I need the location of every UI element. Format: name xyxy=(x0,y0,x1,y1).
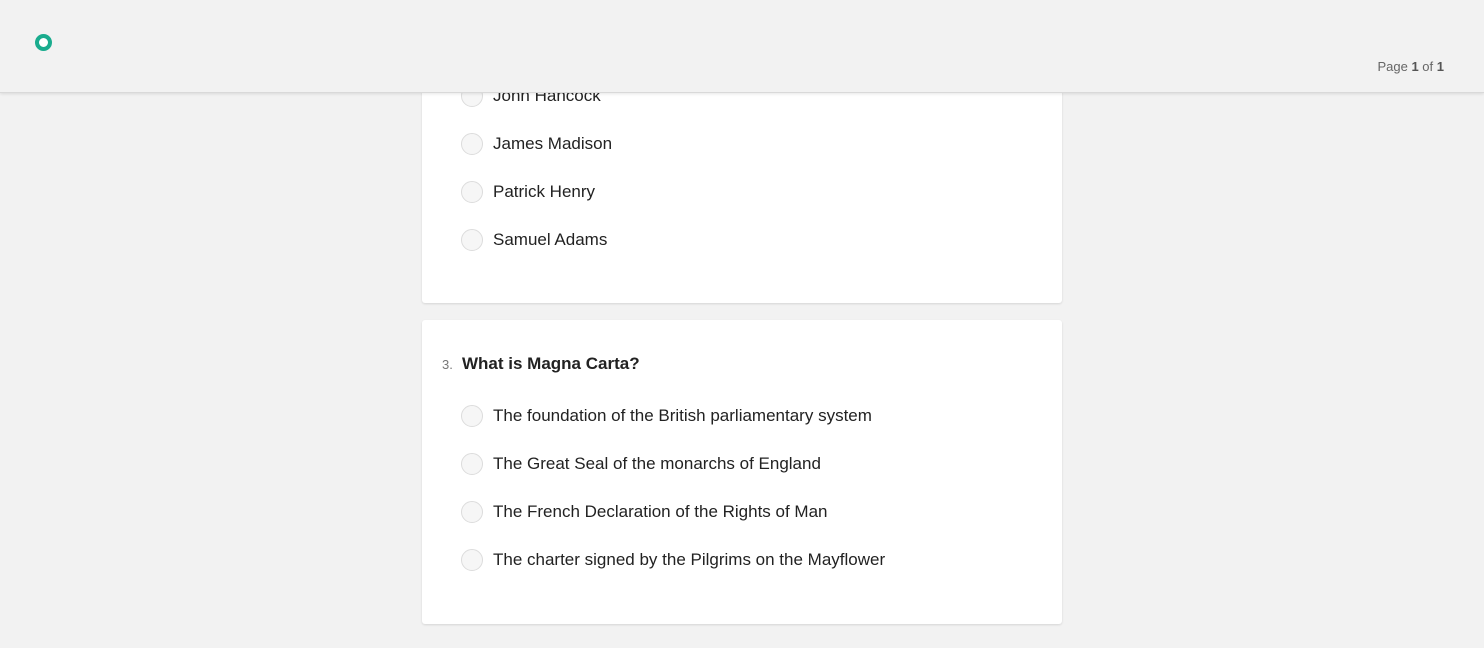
radio-button[interactable] xyxy=(461,181,483,203)
ring-logo-icon xyxy=(35,34,52,51)
radio-button[interactable] xyxy=(461,133,483,155)
radio-button[interactable] xyxy=(461,501,483,523)
radio-button[interactable] xyxy=(461,453,483,475)
page-current: 1 xyxy=(1411,59,1419,74)
answer-option-samuel-adams[interactable]: Samuel Adams xyxy=(461,226,607,254)
option-label: The charter signed by the Pilgrims on th… xyxy=(493,550,886,569)
page-prefix: Page xyxy=(1377,59,1408,74)
answer-option-james-madison[interactable]: James Madison xyxy=(461,130,612,158)
option-label: Patrick Henry xyxy=(493,182,596,201)
page-indicator: Page 1 of 1 xyxy=(1377,59,1444,74)
page-total: 1 xyxy=(1436,59,1444,74)
option-label: The foundation of the British parliament… xyxy=(493,406,872,425)
option-label: Samuel Adams xyxy=(493,230,608,249)
question-number: 3. xyxy=(442,357,453,372)
answer-option-parliamentary-system[interactable]: The foundation of the British parliament… xyxy=(461,402,872,430)
option-label: James Madison xyxy=(493,134,613,153)
question-title: What is Magna Carta? xyxy=(462,354,640,373)
question-header: 3. What is Magna Carta? xyxy=(442,354,640,374)
option-label: The French Declaration of the Rights of … xyxy=(493,502,828,521)
survey-page: John Hancock James Madison Patrick Henry… xyxy=(0,0,1484,648)
question-card-3: 3. What is Magna Carta? The foundation o… xyxy=(422,320,1062,624)
answer-option-patrick-henry[interactable]: Patrick Henry xyxy=(461,178,595,206)
radio-button[interactable] xyxy=(461,405,483,427)
radio-button[interactable] xyxy=(461,229,483,251)
answer-option-french-declaration[interactable]: The French Declaration of the Rights of … xyxy=(461,498,828,526)
answer-option-great-seal[interactable]: The Great Seal of the monarchs of Englan… xyxy=(461,450,821,478)
answer-option-mayflower-charter[interactable]: The charter signed by the Pilgrims on th… xyxy=(461,546,885,574)
top-bar: Page 1 of 1 xyxy=(0,0,1484,93)
page-of: of xyxy=(1422,59,1434,74)
radio-button[interactable] xyxy=(461,549,483,571)
option-label: The Great Seal of the monarchs of Englan… xyxy=(493,454,821,473)
